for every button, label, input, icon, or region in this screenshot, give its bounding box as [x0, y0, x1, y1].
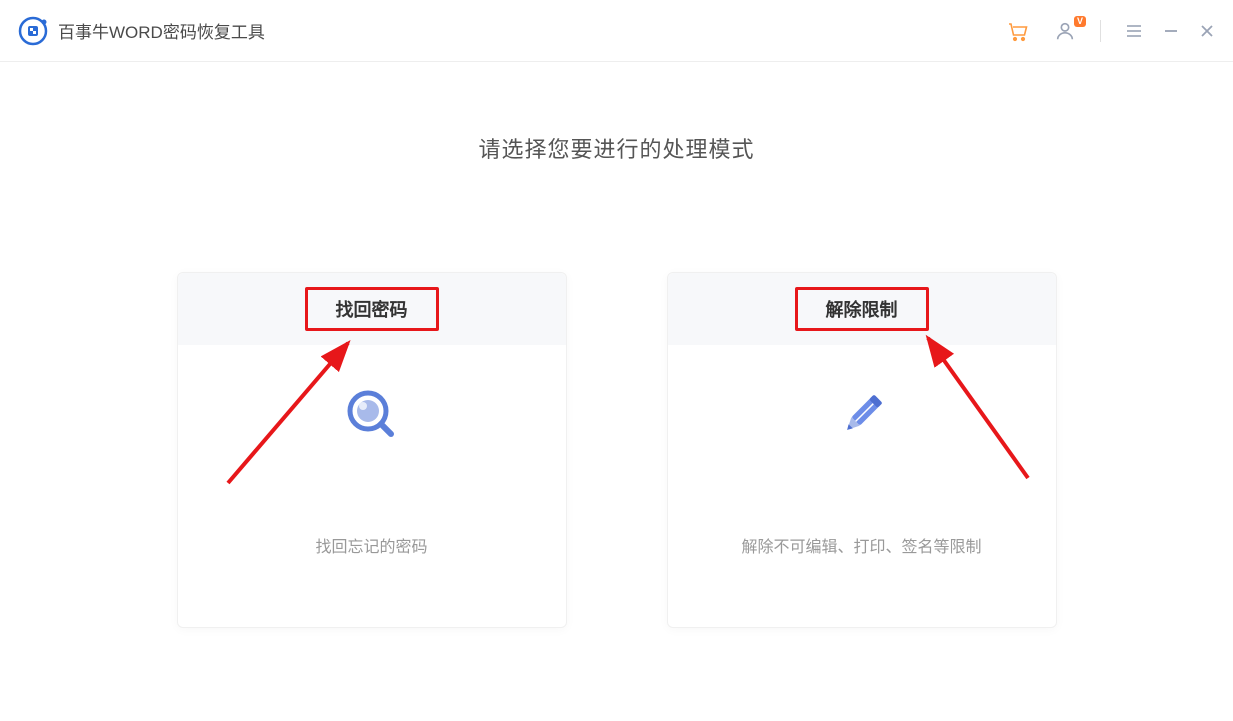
magnifier-icon — [342, 385, 402, 445]
card-body: 解除不可编辑、打印、签名等限制 — [668, 345, 1056, 627]
cards-container: 找回密码 找回忘记的密码 — [0, 272, 1233, 628]
minimize-icon[interactable] — [1163, 23, 1179, 39]
title-right: V — [1006, 19, 1215, 43]
card-title: 找回密码 — [336, 300, 408, 320]
annotation-highlight-box: 解除限制 — [795, 287, 929, 331]
card-desc: 找回忘记的密码 — [315, 533, 427, 557]
menu-icon[interactable] — [1125, 22, 1143, 40]
window-controls — [1125, 22, 1215, 40]
card-desc: 解除不可编辑、打印、签名等限制 — [741, 533, 981, 557]
card-body: 找回忘记的密码 — [178, 345, 566, 627]
close-icon[interactable] — [1199, 23, 1215, 39]
main-heading: 请选择您要进行的处理模式 — [0, 132, 1233, 164]
titlebar: 百事牛WORD密码恢复工具 V — [0, 0, 1233, 62]
app-logo-icon — [18, 16, 48, 46]
card-remove-restriction[interactable]: 解除限制 解除不可编辑、打印、签名等限制 — [667, 272, 1057, 628]
card-header: 找回密码 — [178, 273, 566, 345]
divider — [1100, 20, 1101, 42]
app-title: 百事牛WORD密码恢复工具 — [58, 18, 265, 43]
annotation-highlight-box: 找回密码 — [305, 287, 439, 331]
vip-badge: V — [1074, 16, 1086, 27]
user-icon[interactable]: V — [1054, 20, 1076, 42]
title-left: 百事牛WORD密码恢复工具 — [18, 16, 265, 46]
card-title: 解除限制 — [826, 300, 898, 320]
cart-icon[interactable] — [1006, 19, 1030, 43]
card-recover-password[interactable]: 找回密码 找回忘记的密码 — [177, 272, 567, 628]
pencil-icon — [832, 385, 892, 445]
card-header: 解除限制 — [668, 273, 1056, 345]
main-content: 请选择您要进行的处理模式 找回密码 找回忘记的密码 — [0, 62, 1233, 628]
